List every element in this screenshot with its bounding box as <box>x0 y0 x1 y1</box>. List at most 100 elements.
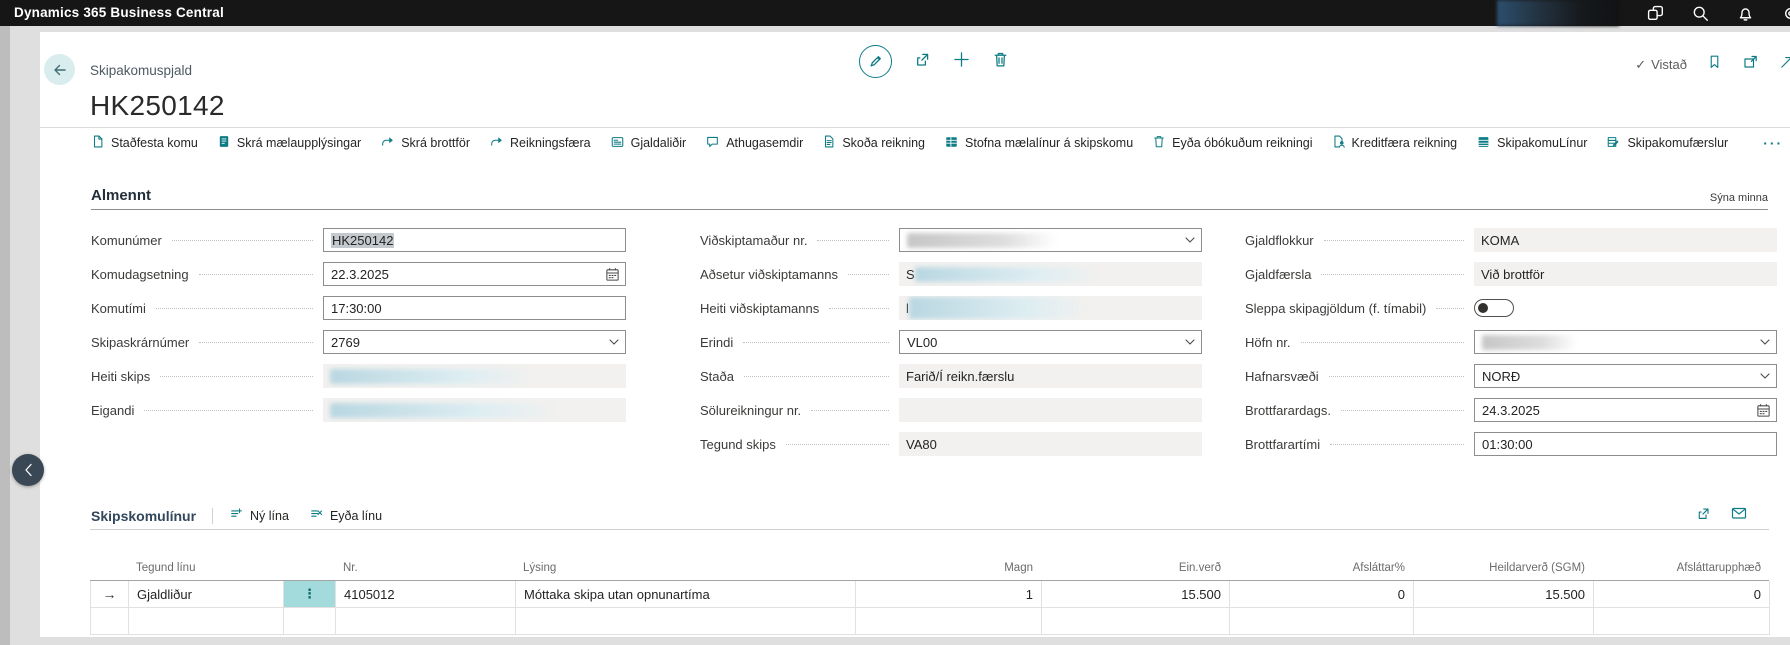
calendar-icon[interactable] <box>605 267 620 285</box>
column-header-tegund-linu[interactable]: Tegund línu <box>128 549 283 580</box>
skip-ship-fees-toggle[interactable] <box>1474 299 1514 317</box>
search-icon[interactable] <box>1692 5 1709 22</box>
edit-mode-button[interactable] <box>859 45 892 78</box>
field-eigandi: Eigandi <box>91 393 626 427</box>
table-row-empty <box>90 608 1769 635</box>
new-button[interactable] <box>953 51 970 73</box>
column-header-magn[interactable]: Magn <box>855 549 1041 580</box>
redacted-value <box>330 369 535 384</box>
register-departure-icon <box>380 135 395 152</box>
cell-lysing[interactable]: Móttaka skipa utan opnunartíma <box>516 581 856 608</box>
table-header-row: Tegund línu Nr. Lýsing Magn Ein.verð Afs… <box>90 549 1769 581</box>
cell-nr[interactable]: 4105012 <box>336 581 516 608</box>
create-meter-lines-icon <box>944 135 959 152</box>
vidskiptamadur-combobox[interactable] <box>899 228 1202 252</box>
cell-heildarverd[interactable]: 15.500 <box>1414 581 1594 608</box>
komunumer-input[interactable]: HK250142 <box>323 228 626 252</box>
breadcrumb[interactable]: Skipakomuspjald <box>90 63 192 78</box>
divider <box>212 508 213 524</box>
collapse-panel-button[interactable] <box>12 454 44 486</box>
chevron-down-icon[interactable] <box>1759 369 1771 386</box>
action-reikningsfaera[interactable]: Reikningsfæra <box>489 135 591 152</box>
brottfarartimi-input[interactable]: 01:30:00 <box>1474 432 1777 456</box>
field-skipaskrarnumer: Skipaskrárnúmer 2769 <box>91 325 626 359</box>
field-gjaldfaersla: Gjaldfærsla Við brottför <box>1245 257 1777 291</box>
row-options-button[interactable]: ⋮ <box>284 581 335 607</box>
action-athugasemdir[interactable]: Athugasemdir <box>705 135 803 152</box>
column-header-lysing[interactable]: Lýsing <box>515 549 855 580</box>
new-line-button[interactable]: Ný lína <box>229 507 289 524</box>
action-skra-brottfor[interactable]: Skrá brottför <box>380 135 470 152</box>
action-gjaldalidir[interactable]: Gjaldaliðir <box>610 135 687 152</box>
environment-icon[interactable] <box>1647 5 1664 22</box>
action-skipakomufaerslur[interactable]: Skipakomufærslur <box>1606 135 1728 152</box>
tegund-skips-value: VA80 <box>899 432 1202 456</box>
cell-tegund-linu[interactable]: Gjaldliður <box>129 581 284 608</box>
chevron-down-icon[interactable] <box>1759 335 1771 352</box>
cell-upphaed[interactable]: 0 <box>1594 581 1770 608</box>
chevron-down-icon[interactable] <box>608 335 620 352</box>
action-eyda-obokudum-reikningi[interactable]: Eyða óbókuðum reikningi <box>1152 134 1312 152</box>
section-title-general[interactable]: Almennt <box>91 187 151 204</box>
share-icon[interactable] <box>1696 506 1711 526</box>
action-skoda-reikning[interactable]: Skoða reikning <box>822 134 925 152</box>
stada-value: Farið/Í reikn.færslu <box>899 364 1202 388</box>
column-header-upphaed[interactable]: Afsláttarupphæð <box>1593 549 1769 580</box>
hafnarsvaedi-combobox[interactable]: NORÐ <box>1474 364 1777 388</box>
column-header-heildarverd[interactable]: Heildarverð (SGM) <box>1413 549 1593 580</box>
settings-gear-icon[interactable] <box>1782 5 1790 22</box>
field-gjaldflokkur: Gjaldflokkur KOMA <box>1245 223 1777 257</box>
chevron-down-icon[interactable] <box>1184 233 1196 250</box>
cell-options[interactable]: ⋮ <box>284 581 336 608</box>
mail-icon[interactable] <box>1731 506 1747 525</box>
check-icon: ✓ <box>1635 57 1646 73</box>
field-hafnarsvaedi: Hafnarsvæði NORÐ <box>1245 359 1777 393</box>
app-title[interactable]: Dynamics 365 Business Central <box>14 0 224 26</box>
notifications-bell-icon[interactable] <box>1737 5 1754 22</box>
gjaldflokkur-value: KOMA <box>1474 228 1777 252</box>
action-stadfesta-komu[interactable]: Staðfesta komu <box>91 134 198 152</box>
calendar-icon[interactable] <box>1756 403 1771 421</box>
more-actions-button[interactable]: ··· <box>1763 135 1783 151</box>
hofn-combobox[interactable] <box>1474 330 1777 354</box>
back-button[interactable] <box>44 54 75 85</box>
field-hofn-nr: Höfn nr. <box>1245 325 1777 359</box>
active-row-indicator: → <box>91 581 129 608</box>
lines-section-title[interactable]: Skipskomulínur <box>91 508 196 524</box>
solureikningur-value <box>899 398 1202 422</box>
komudagsetning-input[interactable]: 22.3.2025 <box>323 262 626 286</box>
redacted-value <box>907 233 1057 248</box>
erindi-combobox[interactable]: VL00 <box>899 330 1202 354</box>
share-button[interactable] <box>914 51 931 73</box>
chevron-down-icon[interactable] <box>1184 335 1196 352</box>
confirm-arrival-icon <box>91 134 105 152</box>
action-skra-maelaupplysingar[interactable]: Skrá mælaupplýsingar <box>217 134 361 152</box>
field-adsetur-vidskiptamanns: Aðsetur viðskiptamanns S <box>700 257 1202 291</box>
app-top-bar: Dynamics 365 Business Central <box>0 0 1790 26</box>
delete-button[interactable] <box>992 51 1009 73</box>
open-in-window-icon[interactable] <box>1742 54 1759 75</box>
column-header-nr[interactable]: Nr. <box>335 549 515 580</box>
cell-magn[interactable]: 1 <box>856 581 1042 608</box>
show-less-link[interactable]: Sýna minna <box>1710 192 1768 204</box>
redacted-value <box>1482 335 1577 350</box>
action-stofna-maelalinur[interactable]: Stofna mælalínur á skipskomu <box>944 135 1133 152</box>
table-row: → Gjaldliður ⋮ 4105012 Móttaka skipa uta… <box>90 581 1769 608</box>
adsetur-value: S <box>899 262 1202 286</box>
delete-line-button[interactable]: Eyða línu <box>309 507 382 524</box>
bookmark-icon[interactable] <box>1707 54 1722 75</box>
field-heiti-vidskiptamanns: Heiti viðskiptamanns l <box>700 291 1202 325</box>
expand-arrow-icon[interactable] <box>1779 54 1790 75</box>
action-skipakomulinur[interactable]: SkipakomuLínur <box>1476 135 1587 152</box>
column-header-options <box>283 549 335 580</box>
komutimi-input[interactable]: 17:30:00 <box>323 296 626 320</box>
cell-afslattar[interactable]: 0 <box>1230 581 1414 608</box>
skipaskrarnumer-combobox[interactable]: 2769 <box>323 330 626 354</box>
cell-einverd[interactable]: 15.500 <box>1042 581 1230 608</box>
section-divider <box>91 209 1768 210</box>
brottfarardags-input[interactable]: 24.3.2025 <box>1474 398 1777 422</box>
column-header-einverd[interactable]: Ein.verð <box>1041 549 1229 580</box>
column-header-afslattar[interactable]: Afsláttar% <box>1229 549 1413 580</box>
workspace: Skipakomuspjald HK250142 ✓ Vistað <box>0 26 1790 645</box>
action-kreditfaera-reikning[interactable]: Kreditfæra reikning <box>1332 134 1458 152</box>
